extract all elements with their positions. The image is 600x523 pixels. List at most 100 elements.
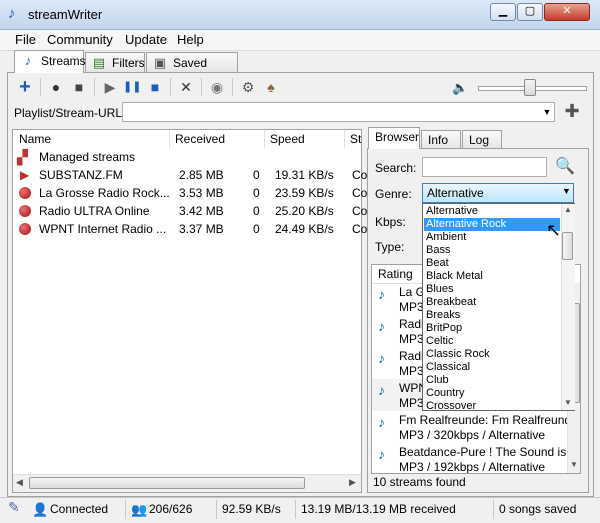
stream-icon: ♪ <box>378 382 385 398</box>
search-label: Search: <box>375 161 417 175</box>
genre-option[interactable]: Blues <box>424 283 560 296</box>
settings-icon[interactable]: ⚙ <box>239 78 257 96</box>
stream-url-input[interactable] <box>122 102 555 122</box>
genre-option[interactable]: Club <box>424 374 560 387</box>
play-button[interactable]: ▶ <box>101 78 119 96</box>
toolbar-separator <box>232 78 233 96</box>
genre-option-selected[interactable]: Alternative Rock <box>424 218 560 231</box>
genre-option[interactable]: Country <box>424 387 560 400</box>
list-item[interactable]: ♪ Beatdance-Pure ! The Sound is... MP3 /… <box>372 443 576 473</box>
stream-icon: ♪ <box>378 446 385 462</box>
menu-community[interactable]: Community <box>47 32 113 47</box>
table-row[interactable]: ▞ Managed streams <box>17 148 357 166</box>
stop-recording-button[interactable]: ■ <box>70 78 88 96</box>
genre-option[interactable]: Classical <box>424 361 560 374</box>
col-header-status[interactable]: St <box>345 130 361 148</box>
col-header-name[interactable]: Name <box>14 130 170 148</box>
tab-log[interactable]: Log <box>462 130 502 148</box>
toolbar-separator <box>170 78 171 96</box>
managed-streams-icon: ▞ <box>17 149 28 165</box>
genre-label: Genre: <box>375 187 412 201</box>
url-label: Playlist/Stream-URL: <box>14 106 126 120</box>
playing-icon: ▶ <box>20 168 30 182</box>
genre-option[interactable]: Crossover <box>424 400 560 410</box>
genre-option[interactable]: Alternative <box>424 205 560 218</box>
tab-streams[interactable]: ♪ Streams <box>14 50 86 73</box>
genre-option[interactable]: Ambient <box>424 231 560 244</box>
genre-dropdown-arrow[interactable]: ▼ <box>562 186 571 196</box>
filter-icon: ▤ <box>92 55 106 70</box>
genre-option[interactable]: BritPop <box>424 322 560 335</box>
title-bar: ♪ streamWriter ▁ ▢ ✕ <box>0 0 600 30</box>
genre-option[interactable]: Classic Rock <box>424 348 560 361</box>
col-header-speed[interactable]: Speed <box>265 130 345 148</box>
menu-update[interactable]: Update <box>125 32 167 47</box>
menu-file[interactable]: File <box>15 32 36 47</box>
menu-help[interactable]: Help <box>177 32 204 47</box>
genre-select[interactable]: Alternative <box>422 183 574 203</box>
maximize-button[interactable]: ▢ <box>517 3 543 21</box>
genre-option[interactable]: Black Metal <box>424 270 560 283</box>
scroll-down-icon[interactable]: ▼ <box>564 398 572 407</box>
saved-status: 0 songs saved <box>499 502 577 516</box>
tab-saved-songs[interactable]: ▣ Saved songs <box>146 52 238 84</box>
genre-option[interactable]: Beat <box>424 257 560 270</box>
start-recording-button[interactable]: ● <box>47 78 65 96</box>
streams-found-text: 10 streams found <box>373 475 466 489</box>
remove-button[interactable]: ✕ <box>177 78 195 96</box>
table-row[interactable]: WPNT Internet Radio ... 3.37 MB 0 24.49 … <box>17 220 367 238</box>
received-status: 13.19 MB/13.19 MB received <box>297 500 494 519</box>
speaker-icon[interactable]: 🔈 <box>452 80 468 96</box>
recording-icon <box>19 187 31 199</box>
toolbar-separator <box>40 78 41 96</box>
scroll-right-icon[interactable]: ▶ <box>349 477 356 488</box>
add-url-button[interactable]: ✚ <box>563 102 581 120</box>
recording-icon <box>19 205 31 217</box>
window-title: streamWriter <box>28 7 103 22</box>
stream-icon: ♪ <box>378 350 385 366</box>
minimize-button[interactable]: ▁ <box>490 3 516 21</box>
close-button[interactable]: ✕ <box>544 3 590 21</box>
pause-button[interactable]: ❚❚ <box>123 78 141 96</box>
clients-status: 👥 206/626 <box>127 500 217 519</box>
saved-songs-icon: ▣ <box>153 55 167 70</box>
dropdown-scroll-thumb[interactable] <box>562 232 573 260</box>
table-row[interactable]: ▶ SUBSTANZ.FM 2.85 MB 0 19.31 KB/s Co <box>17 166 367 184</box>
scroll-left-icon[interactable]: ◀ <box>16 477 23 488</box>
search-icon[interactable]: 🔍 <box>555 156 575 176</box>
genre-option[interactable]: Bass <box>424 244 560 257</box>
scroll-up-icon[interactable]: ▲ <box>564 205 572 214</box>
broom-icon[interactable]: ♠ <box>262 78 280 96</box>
users-icon: 👥 <box>131 502 148 517</box>
url-dropdown-arrow[interactable]: ▼ <box>541 103 553 121</box>
col-header-received[interactable]: Received <box>170 130 265 148</box>
stop-button[interactable]: ■ <box>146 78 164 96</box>
genre-option[interactable]: Celtic <box>424 335 560 348</box>
tab-filters[interactable]: ▤ Filters <box>85 52 145 72</box>
table-row[interactable]: La Grosse Radio Rock... 3.53 MB 0 23.59 … <box>17 184 367 202</box>
genre-option[interactable]: Breakbeat <box>424 296 560 309</box>
disc-icon[interactable]: ◉ <box>208 78 226 96</box>
music-note-icon: ♪ <box>24 53 32 68</box>
horizontal-scrollbar[interactable]: ◀ ▶ <box>13 474 361 492</box>
add-stream-button[interactable]: + <box>16 77 34 97</box>
tab-browser[interactable]: Browser <box>368 127 420 149</box>
connection-status: 👤 Connected <box>28 500 126 519</box>
app-icon: ♪ <box>8 5 16 22</box>
stream-icon: ♪ <box>378 318 385 334</box>
scroll-down-icon[interactable]: ▼ <box>570 460 578 469</box>
kbps-label: Kbps: <box>375 215 406 229</box>
genre-option[interactable]: Breaks <box>424 309 560 322</box>
tab-info[interactable]: Info <box>421 130 461 148</box>
mouse-cursor-icon: ↖ <box>546 220 562 240</box>
volume-slider[interactable] <box>524 79 536 96</box>
scroll-thumb[interactable] <box>29 477 305 489</box>
recording-icon <box>19 223 31 235</box>
pencil-icon: ✎ <box>8 499 20 515</box>
list-item[interactable]: ♪ Fm Realfreunde: Fm Realfreunde MP3 / 3… <box>372 411 578 443</box>
stream-icon: ♪ <box>378 414 385 430</box>
user-icon: 👤 <box>32 502 49 517</box>
menu-bar: File Community Update Help <box>0 30 600 51</box>
search-input[interactable] <box>422 157 547 177</box>
table-row[interactable]: Radio ULTRA Online 3.42 MB 0 25.20 KB/s … <box>17 202 367 220</box>
